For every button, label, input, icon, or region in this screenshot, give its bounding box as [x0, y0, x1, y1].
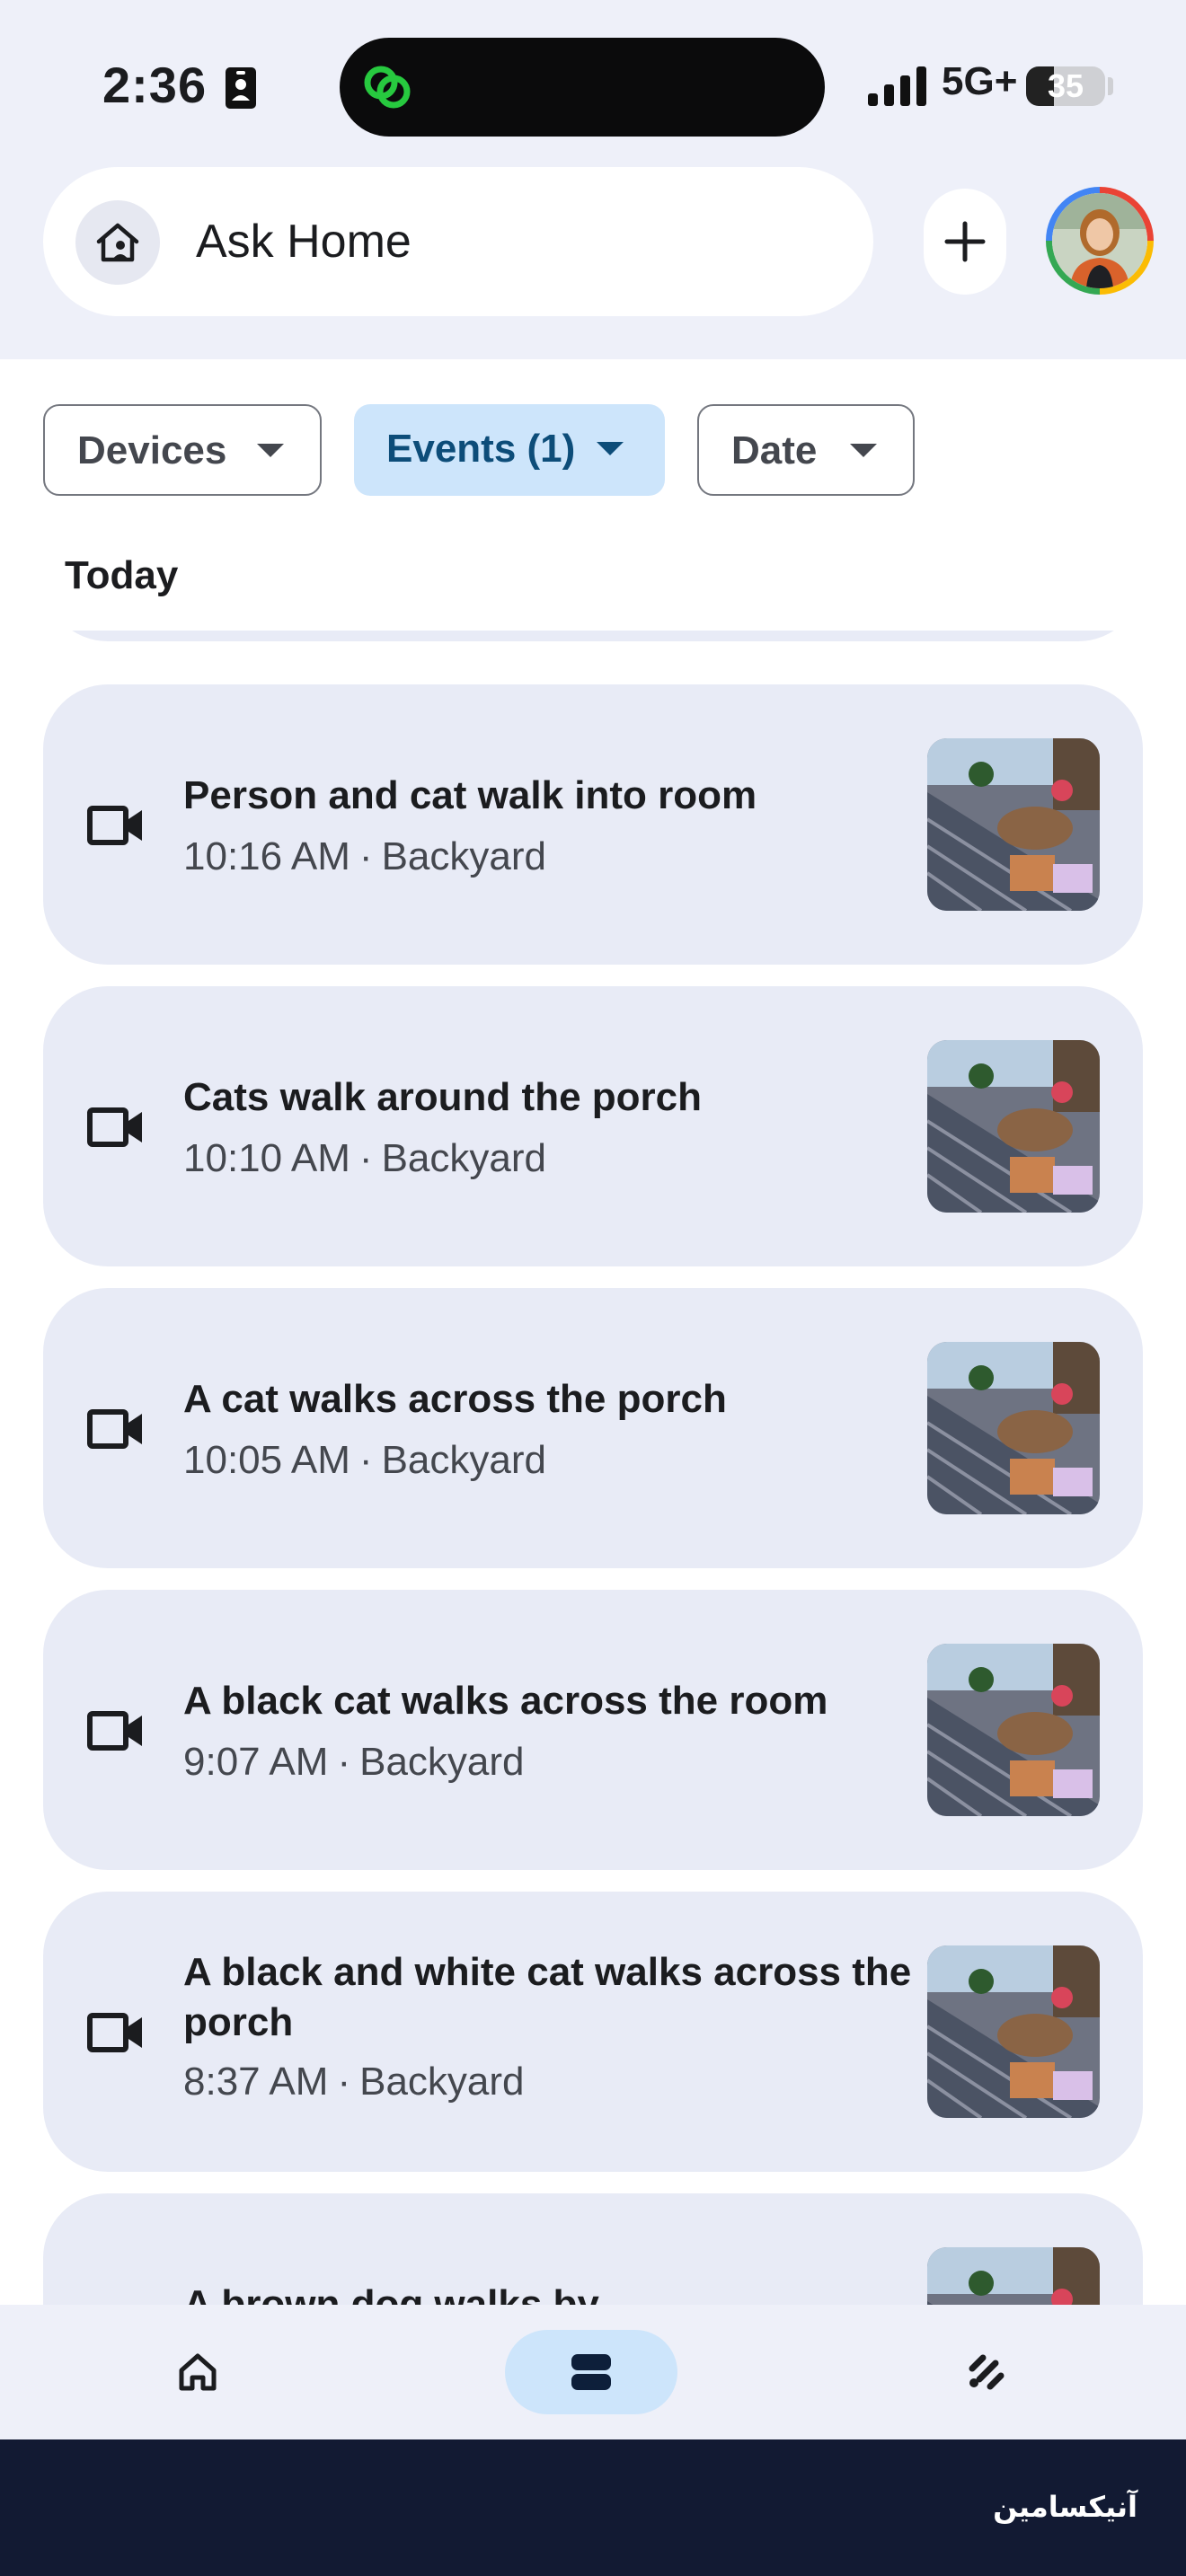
battery-cap — [1108, 77, 1113, 95]
porch-camera-image — [927, 1945, 1100, 2118]
porch-camera-image — [927, 1342, 1100, 1514]
chevron-down-icon — [597, 442, 624, 455]
footer-bar: آنیکسامین — [0, 2439, 1186, 2576]
event-thumbnail[interactable] — [927, 1644, 1100, 1816]
event-location: Backyard — [359, 1740, 525, 1784]
meta-separator: · — [337, 1740, 351, 1784]
event-card[interactable]: Cats walk around the porch 10:10 AM · Back… — [43, 986, 1143, 1266]
meta-separator: · — [358, 1438, 373, 1482]
event-location: Backyard — [381, 1438, 546, 1482]
event-thumbnail[interactable] — [927, 738, 1100, 911]
meta-separator: · — [358, 834, 373, 878]
event-card[interactable]: A brown dog walks by — [43, 2193, 1143, 2305]
event-meta: 10:10 AM · Backyard — [183, 1134, 546, 1184]
profile-avatar[interactable] — [1046, 187, 1154, 295]
battery-icon: 35 — [1026, 66, 1105, 106]
event-thumbnail[interactable] — [927, 1040, 1100, 1213]
add-button[interactable] — [924, 189, 1006, 295]
event-title: A black and white cat walks across the p… — [183, 1950, 912, 2044]
video-camera-icon — [87, 1711, 142, 1751]
id-badge-icon — [226, 67, 256, 109]
meta-separator: · — [358, 1136, 373, 1180]
filter-events-label: Events (1) — [386, 427, 576, 471]
filter-devices-label: Devices — [77, 428, 227, 472]
activity-icon — [571, 2354, 611, 2390]
event-time: 10:05 AM — [183, 1438, 350, 1482]
search-label: Ask Home — [196, 216, 412, 268]
event-card-partial[interactable] — [43, 631, 1143, 641]
event-meta: 9:07 AM · Backyard — [183, 1737, 525, 1787]
event-title: A black cat walks across the room — [183, 1679, 828, 1723]
porch-camera-image — [927, 2247, 1100, 2305]
nav-automations[interactable] — [951, 2330, 1022, 2414]
video-camera-icon — [87, 1107, 142, 1147]
event-time: 9:07 AM — [183, 1740, 329, 1784]
watermark-text: آنیکسامین — [993, 2491, 1137, 2523]
event-card[interactable]: A cat walks across the porch 10:05 AM · Ba… — [43, 1288, 1143, 1568]
section-title-today: Today — [65, 553, 179, 597]
network-type: 5G+ — [942, 59, 1018, 103]
video-camera-icon — [87, 1409, 142, 1449]
event-thumbnail[interactable] — [927, 1342, 1100, 1514]
filter-devices[interactable]: Devices — [43, 404, 322, 496]
event-location: Backyard — [381, 834, 546, 878]
event-time: 8:37 AM — [183, 2060, 329, 2104]
filter-date-label: Date — [731, 428, 818, 472]
event-location: Backyard — [359, 2060, 525, 2104]
event-thumbnail[interactable] — [927, 1945, 1100, 2118]
chevron-down-icon — [850, 444, 877, 457]
chevron-down-icon — [257, 444, 284, 457]
porch-camera-image — [927, 1040, 1100, 1213]
automations-icon — [969, 2354, 1005, 2390]
dynamic-island — [340, 38, 825, 137]
bottom-navigation — [0, 2305, 1186, 2439]
nav-activity[interactable] — [505, 2330, 677, 2414]
video-camera-icon — [87, 2013, 142, 2052]
porch-camera-image — [927, 1644, 1100, 1816]
home-icon — [179, 2353, 217, 2391]
event-title: A brown dog walks by — [183, 2282, 599, 2305]
event-meta: 10:16 AM · Backyard — [183, 832, 546, 882]
event-title: A cat walks across the porch — [183, 1377, 727, 1421]
event-card[interactable]: A black cat walks across the room 9:07 A… — [43, 1590, 1143, 1870]
event-meta: 8:37 AM · Backyard — [183, 2057, 525, 2107]
nav-home[interactable] — [162, 2330, 234, 2414]
ask-home-search[interactable]: Ask Home — [43, 167, 873, 316]
filter-events[interactable]: Events (1) — [354, 404, 665, 496]
avatar-photo — [1052, 193, 1147, 288]
home-person-icon — [75, 200, 160, 285]
event-time: 10:16 AM — [183, 834, 350, 878]
event-time: 10:10 AM — [183, 1136, 350, 1180]
video-camera-icon — [87, 806, 142, 845]
battery-level: 35 — [1047, 67, 1084, 104]
event-title: Person and cat walk into room — [183, 773, 757, 817]
event-card[interactable]: A black and white cat walks across the p… — [43, 1892, 1143, 2172]
porch-camera-image — [927, 738, 1100, 911]
meta-separator: · — [337, 2060, 351, 2104]
filter-date[interactable]: Date — [697, 404, 915, 496]
event-title: Cats walk around the porch — [183, 1075, 702, 1119]
events-list[interactable]: Person and cat walk into room 10:16 AM · B… — [0, 631, 1186, 2305]
link-rings-icon — [364, 66, 411, 109]
signal-icon — [868, 66, 926, 106]
event-location: Backyard — [381, 1136, 546, 1180]
plus-icon — [944, 221, 986, 262]
status-time: 2:36 — [102, 57, 208, 113]
event-thumbnail[interactable] — [927, 2247, 1100, 2305]
event-card[interactable]: Person and cat walk into room 10:16 AM · B… — [43, 684, 1143, 965]
event-meta: 10:05 AM · Backyard — [183, 1435, 546, 1486]
